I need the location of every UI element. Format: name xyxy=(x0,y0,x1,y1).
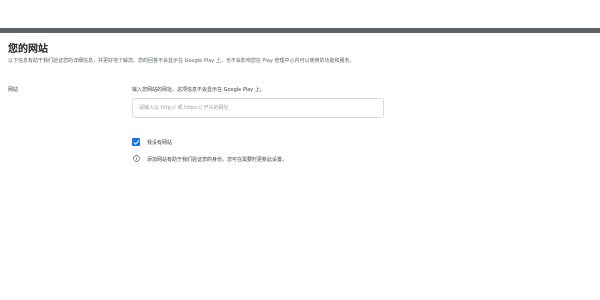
info-text: 添加网站有助于我们验证您的身份。您可在需要时更新此设置。 xyxy=(147,157,288,163)
website-url-input[interactable] xyxy=(132,98,384,118)
checkmark-icon xyxy=(133,139,139,145)
info-icon xyxy=(133,155,140,162)
website-field-label: 网站 xyxy=(8,87,19,93)
website-field-help: 输入您网站的网址。这项信息不会显示在 Google Play 上。 xyxy=(132,87,265,93)
section-title: 您的网站 xyxy=(8,44,48,55)
top-bar xyxy=(0,28,600,33)
section-description: 以下信息有助于我们验证您的详细信息，并更好地了解您。您的回答不会显示在 Goog… xyxy=(8,58,355,64)
no-website-checkbox[interactable] xyxy=(132,138,140,146)
no-website-checkbox-label[interactable]: 我没有网站 xyxy=(147,139,172,146)
